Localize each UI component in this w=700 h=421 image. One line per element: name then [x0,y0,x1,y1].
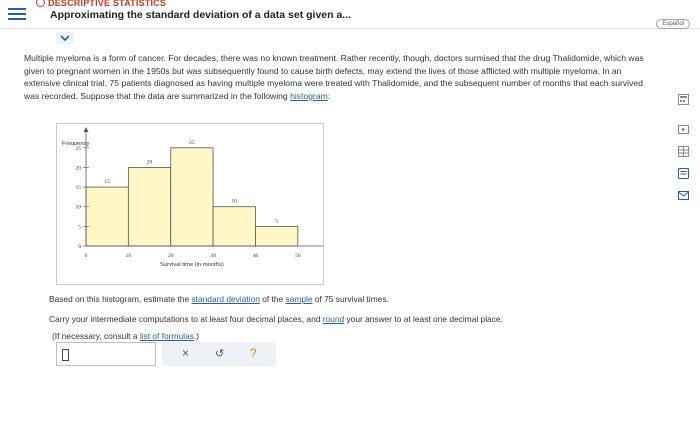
bar-value-label: 15 [104,179,110,185]
histogram-link[interactable]: histogram [290,91,328,101]
menu-icon[interactable] [8,5,26,23]
question-line-3: (If necessary, consult a list of formula… [52,331,199,341]
question-text: of the [259,294,286,304]
bar-value-label: 20 [147,159,153,165]
question-text: .) [193,331,199,341]
problem-statement: Multiple myeloma is a form of cancer. Fo… [24,52,659,102]
problem-text-end: : [327,90,331,101]
histogram-bar [170,147,214,247]
question-text: (If necessary, consult a [52,331,140,341]
x-tick-label: 20 [168,253,174,259]
y-axis-arrow [83,127,89,132]
histogram-bar [255,225,299,247]
question-line-1: Based on this histogram, estimate the st… [49,294,389,304]
answer-action-bar: × ↺ ? [162,342,276,366]
language-button[interactable]: Español [656,19,690,29]
bar-value-label: 10 [232,199,238,205]
topic-text: DESCRIPTIVE STATISTICS [48,0,167,8]
top-bar: DESCRIPTIVE STATISTICS Approximating the… [0,0,700,29]
question-text: Based on this histogram, estimate the [49,294,192,304]
lesson-title: Approximating the standard deviation of … [50,9,352,21]
x-tick-label: 0 [85,253,88,259]
x-tick-label: 50 [295,253,301,259]
question-text: of 75 survival times. [312,294,389,304]
topic-label: DESCRIPTIVE STATISTICS [36,0,166,8]
data-table-icon[interactable] [678,146,689,157]
x-axis-label: Survival time (in months) [160,262,224,268]
question-text: your answer to at least one decimal plac… [344,314,503,324]
y-tick-label: 5 [78,224,81,230]
x-tick-label: 30 [210,253,216,259]
undo-button[interactable]: ↺ [215,347,224,360]
histogram-chart: 15 20 25 10 5 0 5 10 15 20 25 0 10 20 30 40 50 Frequency S… [56,123,324,285]
standard-deviation-link[interactable]: standard deviation [191,294,259,304]
topic-status-icon [36,0,45,7]
histogram-bar [212,206,256,247]
y-tick-label: 0 [78,244,81,250]
histogram-svg: 15202510505101520250 10 20 30 40 50FrequencyS… [62,127,323,268]
x-tick-label: 40 [253,253,259,259]
answer-input[interactable] [56,342,156,366]
collapse-chevron-icon[interactable] [56,32,74,44]
message-icon[interactable] [678,190,689,201]
round-link[interactable]: round [323,314,344,324]
answer-cursor [62,349,69,361]
help-button[interactable]: ? [250,346,257,360]
histogram-bar [127,167,172,247]
histogram-bar [85,186,129,247]
question-line-2: Carry your intermediate computations to … [49,314,503,324]
y-tick-label: 20 [76,165,82,171]
video-icon[interactable] [678,124,689,135]
question-text: Carry your intermediate computations to … [49,314,323,324]
calculator-icon[interactable] [678,94,689,105]
problem-text: Multiple myeloma is a form of cancer. Fo… [24,53,644,101]
y-axis-label: Frequency [62,141,89,147]
textbook-icon[interactable] [678,168,689,179]
clear-button[interactable]: × [182,346,189,360]
sample-link[interactable]: sample [286,294,313,304]
y-tick-label: 10 [76,205,82,211]
y-tick-label: 15 [76,185,82,191]
x-tick-label: 10 [126,253,132,259]
bar-value-label: 25 [189,140,195,146]
formulas-link[interactable]: list of formulas [140,331,194,341]
bar-value-label: 5 [275,218,278,224]
